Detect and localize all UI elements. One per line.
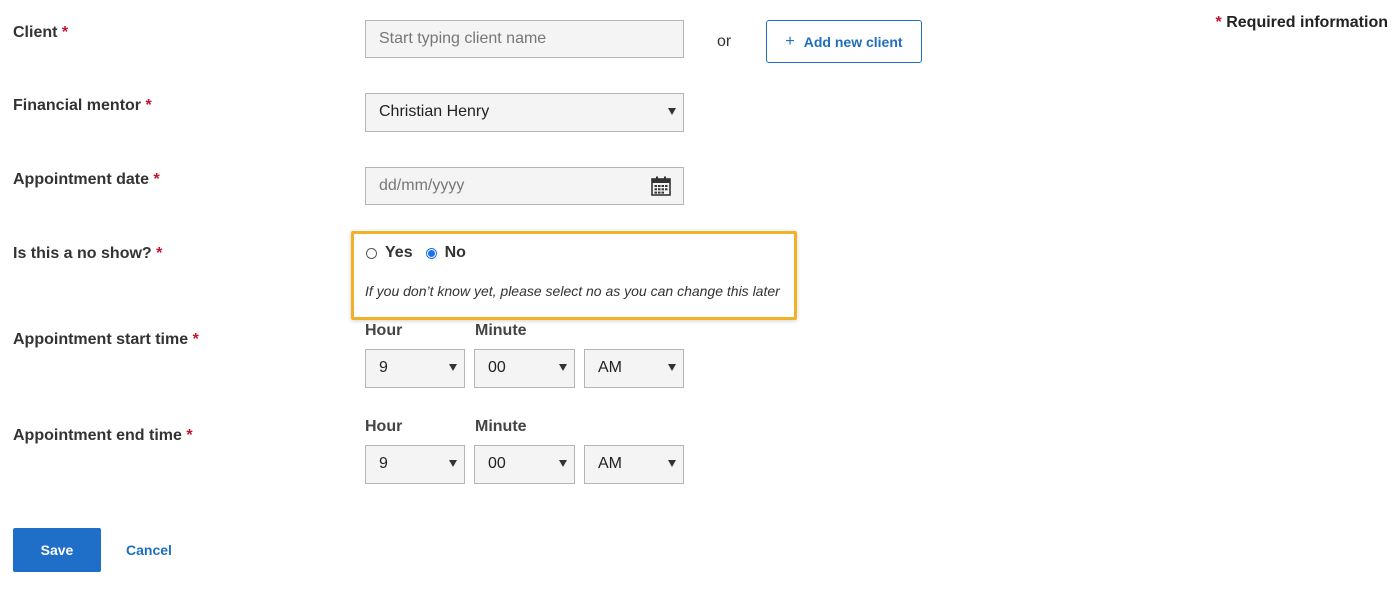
required-marker: *	[156, 245, 163, 262]
no-show-hint: If you don’t know yet, please select no …	[365, 283, 780, 299]
financial-mentor-label-text: Financial mentor	[13, 97, 142, 114]
financial-mentor-label: Financial mentor *	[13, 97, 152, 115]
no-show-label: Is this a no show? *	[13, 245, 162, 263]
client-search-placeholder: Start typing client name	[379, 30, 547, 47]
client-label: Client *	[13, 24, 68, 42]
end-period-value: AM	[598, 455, 622, 472]
required-marker: *	[153, 171, 160, 188]
end-time-label-text: Appointment end time	[13, 427, 182, 444]
caret-down-icon	[668, 108, 676, 115]
required-marker: *	[192, 331, 199, 348]
end-minute-label: Minute	[475, 418, 527, 435]
start-minute-value: 00	[488, 359, 506, 376]
start-hour-value: 9	[379, 359, 388, 376]
start-minute-label: Minute	[475, 322, 527, 339]
start-hour-select[interactable]: 9	[365, 349, 465, 388]
required-info-note: * Required information	[1216, 14, 1388, 32]
no-show-radio-group: Yes No	[366, 244, 479, 262]
client-search-input[interactable]: Start typing client name	[365, 20, 684, 58]
radio-yes-label[interactable]: Yes	[385, 244, 413, 262]
no-show-highlight: Yes No If you don’t know yet, please sel…	[351, 231, 797, 320]
caret-down-icon	[449, 460, 457, 467]
appointment-form: * Required information Client * Start ty…	[0, 0, 1399, 590]
end-hour-label: Hour	[365, 418, 403, 435]
caret-down-icon	[559, 460, 567, 467]
required-info-text: Required information	[1226, 14, 1388, 31]
appointment-date-placeholder: dd/mm/yyyy	[379, 177, 465, 194]
appointment-date-input[interactable]: dd/mm/yyyy	[365, 167, 684, 205]
required-marker: *	[145, 97, 152, 114]
end-hour-value: 9	[379, 455, 388, 472]
appointment-date-label-text: Appointment date	[13, 171, 149, 188]
cancel-link[interactable]: Cancel	[126, 542, 172, 558]
required-marker: *	[61, 24, 69, 41]
end-minute-value: 00	[488, 455, 506, 472]
radio-no-label[interactable]: No	[445, 244, 466, 262]
no-show-label-text: Is this a no show?	[13, 245, 152, 262]
required-marker: *	[1215, 14, 1222, 31]
financial-mentor-value: Christian Henry	[379, 103, 490, 120]
caret-down-icon	[668, 460, 676, 467]
add-new-client-button[interactable]: + Add new client	[766, 20, 922, 63]
add-new-client-label: Add new client	[803, 33, 903, 50]
start-time-label-text: Appointment start time	[13, 331, 189, 348]
radio-yes[interactable]	[366, 247, 377, 259]
plus-icon: +	[785, 32, 795, 50]
radio-no[interactable]	[425, 247, 437, 259]
caret-down-icon	[449, 364, 457, 371]
start-period-select[interactable]: AM	[584, 349, 684, 388]
caret-down-icon	[559, 364, 567, 371]
end-period-select[interactable]: AM	[584, 445, 684, 484]
caret-down-icon	[668, 364, 676, 371]
start-time-label: Appointment start time *	[13, 331, 199, 349]
financial-mentor-select[interactable]: Christian Henry	[365, 93, 684, 132]
start-minute-select[interactable]: 00	[474, 349, 575, 388]
appointment-date-label: Appointment date *	[13, 171, 160, 189]
client-label-text: Client	[13, 24, 58, 41]
start-period-value: AM	[598, 359, 622, 376]
or-separator: or	[717, 33, 732, 50]
end-hour-select[interactable]: 9	[365, 445, 465, 484]
required-marker: *	[186, 427, 193, 444]
end-time-label: Appointment end time *	[13, 427, 193, 445]
end-minute-select[interactable]: 00	[474, 445, 575, 484]
calendar-icon[interactable]	[651, 176, 671, 196]
save-button[interactable]: Save	[13, 528, 101, 572]
start-hour-label: Hour	[365, 322, 403, 339]
